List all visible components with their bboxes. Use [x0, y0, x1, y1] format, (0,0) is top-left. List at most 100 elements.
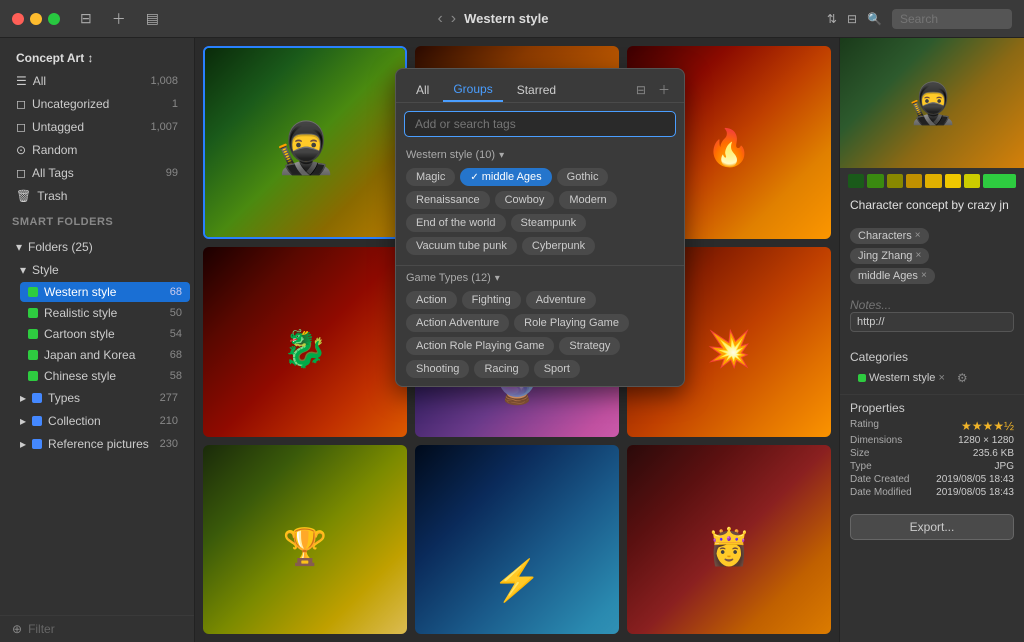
thumb-image-7: 🏆 — [203, 445, 407, 634]
add-button[interactable]: ＋ — [112, 9, 126, 29]
sidebar-folders[interactable]: ▾ Folders (25) — [4, 236, 190, 258]
sidebar-item-untagged[interactable]: ◻ Untagged 1,007 — [4, 116, 190, 138]
sidebar-collection[interactable]: ▸ Collection 210 — [8, 410, 190, 432]
sort-icon[interactable]: ⇅ — [827, 12, 837, 26]
sidebar-item-all-tags[interactable]: ◻ All Tags 99 — [4, 162, 190, 184]
sidebar-item-random[interactable]: ⊙ Random — [4, 139, 190, 161]
tag-gothic[interactable]: Gothic — [557, 168, 609, 186]
tag-steampunk[interactable]: Steampunk — [511, 214, 587, 232]
tag-search-input[interactable] — [404, 111, 676, 137]
sidebar-realistic-style[interactable]: Realistic style 50 — [20, 303, 190, 323]
group-collapse-icon[interactable]: ▾ — [499, 150, 504, 161]
jing-zhang-remove[interactable]: × — [915, 250, 921, 261]
tag-sport[interactable]: Sport — [534, 360, 580, 378]
game-type-tags: Action Fighting Adventure Action Adventu… — [396, 287, 684, 386]
tag-renaissance[interactable]: Renaissance — [406, 191, 490, 209]
thumb-image-9: 👸 — [627, 445, 831, 634]
sidebar-western-style[interactable]: Western style 68 — [20, 282, 190, 302]
swatch-2 — [867, 174, 883, 188]
cat-western-style[interactable]: Western style × — [852, 370, 951, 386]
tag-magic[interactable]: Magic — [406, 168, 455, 186]
sidebar-cartoon-style[interactable]: Cartoon style 54 — [20, 324, 190, 344]
collection-dot — [32, 416, 42, 426]
western-count: 68 — [170, 286, 182, 298]
sidebar-style-folder[interactable]: ▾ Style — [8, 259, 190, 281]
sidebar-uncategorized-label: Uncategorized — [32, 97, 109, 111]
sidebar-reference[interactable]: ▸ Reference pictures 230 — [8, 433, 190, 455]
titlebar-title-text: Western style — [464, 11, 548, 26]
tag-racing[interactable]: Racing — [474, 360, 528, 378]
popup-add-icon[interactable]: ＋ — [654, 77, 674, 102]
chinese-label: Chinese style — [44, 369, 116, 383]
all-icon: ☰ — [16, 74, 27, 88]
tag-modern[interactable]: Modern — [559, 191, 616, 209]
filter-icon[interactable]: ⊟ — [847, 12, 857, 26]
rating-stars[interactable]: ★★★★½ — [961, 419, 1014, 433]
tag-action[interactable]: Action — [406, 291, 457, 309]
western-color-dot — [28, 287, 38, 297]
tag-cyberpunk[interactable]: Cyberpunk — [522, 237, 595, 255]
tag-middle-ages[interactable]: ✓middle Ages — [460, 168, 551, 186]
maximize-button[interactable] — [48, 13, 60, 25]
popup-filter-icon[interactable]: ⊟ — [632, 79, 650, 101]
tab-all[interactable]: All — [406, 79, 439, 101]
cat-remove[interactable]: × — [938, 372, 944, 384]
tag-arpg[interactable]: Action Role Playing Game — [406, 337, 554, 355]
thumb-item-8[interactable]: ⚡ crazy-jn-uther-lightbringer.jpg — [415, 445, 619, 634]
sidebar-item-all[interactable]: ☰ All 1,008 — [4, 70, 190, 92]
tag-rpg[interactable]: Role Playing Game — [514, 314, 629, 332]
cat-settings-icon[interactable]: ⚙ — [957, 371, 968, 385]
search-input[interactable] — [892, 9, 1012, 29]
minimize-button[interactable] — [30, 13, 42, 25]
tag-cowboy[interactable]: Cowboy — [495, 191, 555, 209]
tag-end-of-world[interactable]: End of the world — [406, 214, 506, 232]
nav-back[interactable]: ‹ — [437, 10, 442, 28]
url-input[interactable] — [850, 312, 1014, 332]
sidebar-item-uncategorized[interactable]: ◻ Uncategorized 1 — [4, 93, 190, 115]
swatch-8 — [983, 174, 1016, 188]
tag-vacuum-tube-punk[interactable]: Vacuum tube punk — [406, 237, 517, 255]
titlebar: ⊟ ＋ ▤ ‹ › Western style ⇅ ⊟ 🔍 — [0, 0, 1024, 38]
nav-forward[interactable]: › — [451, 10, 456, 28]
sidebar-concept-art[interactable]: Concept Art ↕ — [4, 47, 190, 69]
titlebar-right: ⇅ ⊟ 🔍 — [827, 9, 1012, 29]
tag-action-adventure[interactable]: Action Adventure — [406, 314, 509, 332]
tag-strategy[interactable]: Strategy — [559, 337, 620, 355]
collection-label: Collection — [48, 414, 101, 428]
notes-input[interactable] — [850, 298, 1014, 312]
tag-adventure[interactable]: Adventure — [526, 291, 596, 309]
layout-button[interactable]: ▤ — [146, 10, 159, 27]
tag-jing-zhang[interactable]: Jing Zhang × — [850, 248, 929, 264]
tag-fighting[interactable]: Fighting — [462, 291, 521, 309]
tag-shooting[interactable]: Shooting — [406, 360, 469, 378]
game-group-collapse-icon[interactable]: ▾ — [495, 273, 500, 284]
export-button[interactable]: Export... — [850, 514, 1014, 540]
folders-arrow: ▾ — [16, 240, 22, 254]
cartoon-label: Cartoon style — [44, 327, 115, 341]
thumb-item-1[interactable]: 🥷 Character concept by crazy jn.jpg 1280… — [203, 46, 407, 239]
tab-starred[interactable]: Starred — [507, 79, 566, 101]
sidebar-japan-korea[interactable]: Japan and Korea 68 — [20, 345, 190, 365]
thumb-item-9[interactable]: 👸 shutterstock_762143239.jpg 2750 × 3500 — [627, 445, 831, 634]
rating-key: Rating — [850, 419, 879, 433]
close-button[interactable] — [12, 13, 24, 25]
middle-ages-remove[interactable]: × — [921, 270, 927, 281]
types-label: Types — [48, 391, 80, 405]
thumb-item-7[interactable]: 🏆 crazy-jn-1705-05.jpg 1920 × 1920 — [203, 445, 407, 634]
concept-art-label: Concept Art ↕ — [16, 51, 94, 65]
sidebar-uncategorized-count: 1 — [172, 98, 178, 110]
dimensions-val: 1280 × 1280 — [958, 435, 1014, 446]
tag-characters[interactable]: Characters × — [850, 228, 929, 244]
collection-count: 210 — [160, 415, 178, 427]
reference-dot — [32, 439, 42, 449]
tag-middle-ages-panel[interactable]: middle Ages × — [850, 268, 935, 284]
date-created-val: 2019/08/05 18:43 — [936, 474, 1014, 485]
tab-groups[interactable]: Groups — [443, 78, 502, 102]
thumb-item-4[interactable]: 🐉 crazy-jn-1808doge2.jpg 1920 × 1920 — [203, 247, 407, 436]
sidebar-toggle[interactable]: ⊟ — [80, 10, 92, 27]
sidebar-chinese-style[interactable]: Chinese style 58 — [20, 366, 190, 386]
characters-remove[interactable]: × — [915, 230, 921, 241]
date-modified-val: 2019/08/05 18:43 — [936, 487, 1014, 498]
sidebar-types[interactable]: ▸ Types 277 — [8, 387, 190, 409]
sidebar-item-trash[interactable]: 🗑 Trash — [4, 185, 190, 207]
